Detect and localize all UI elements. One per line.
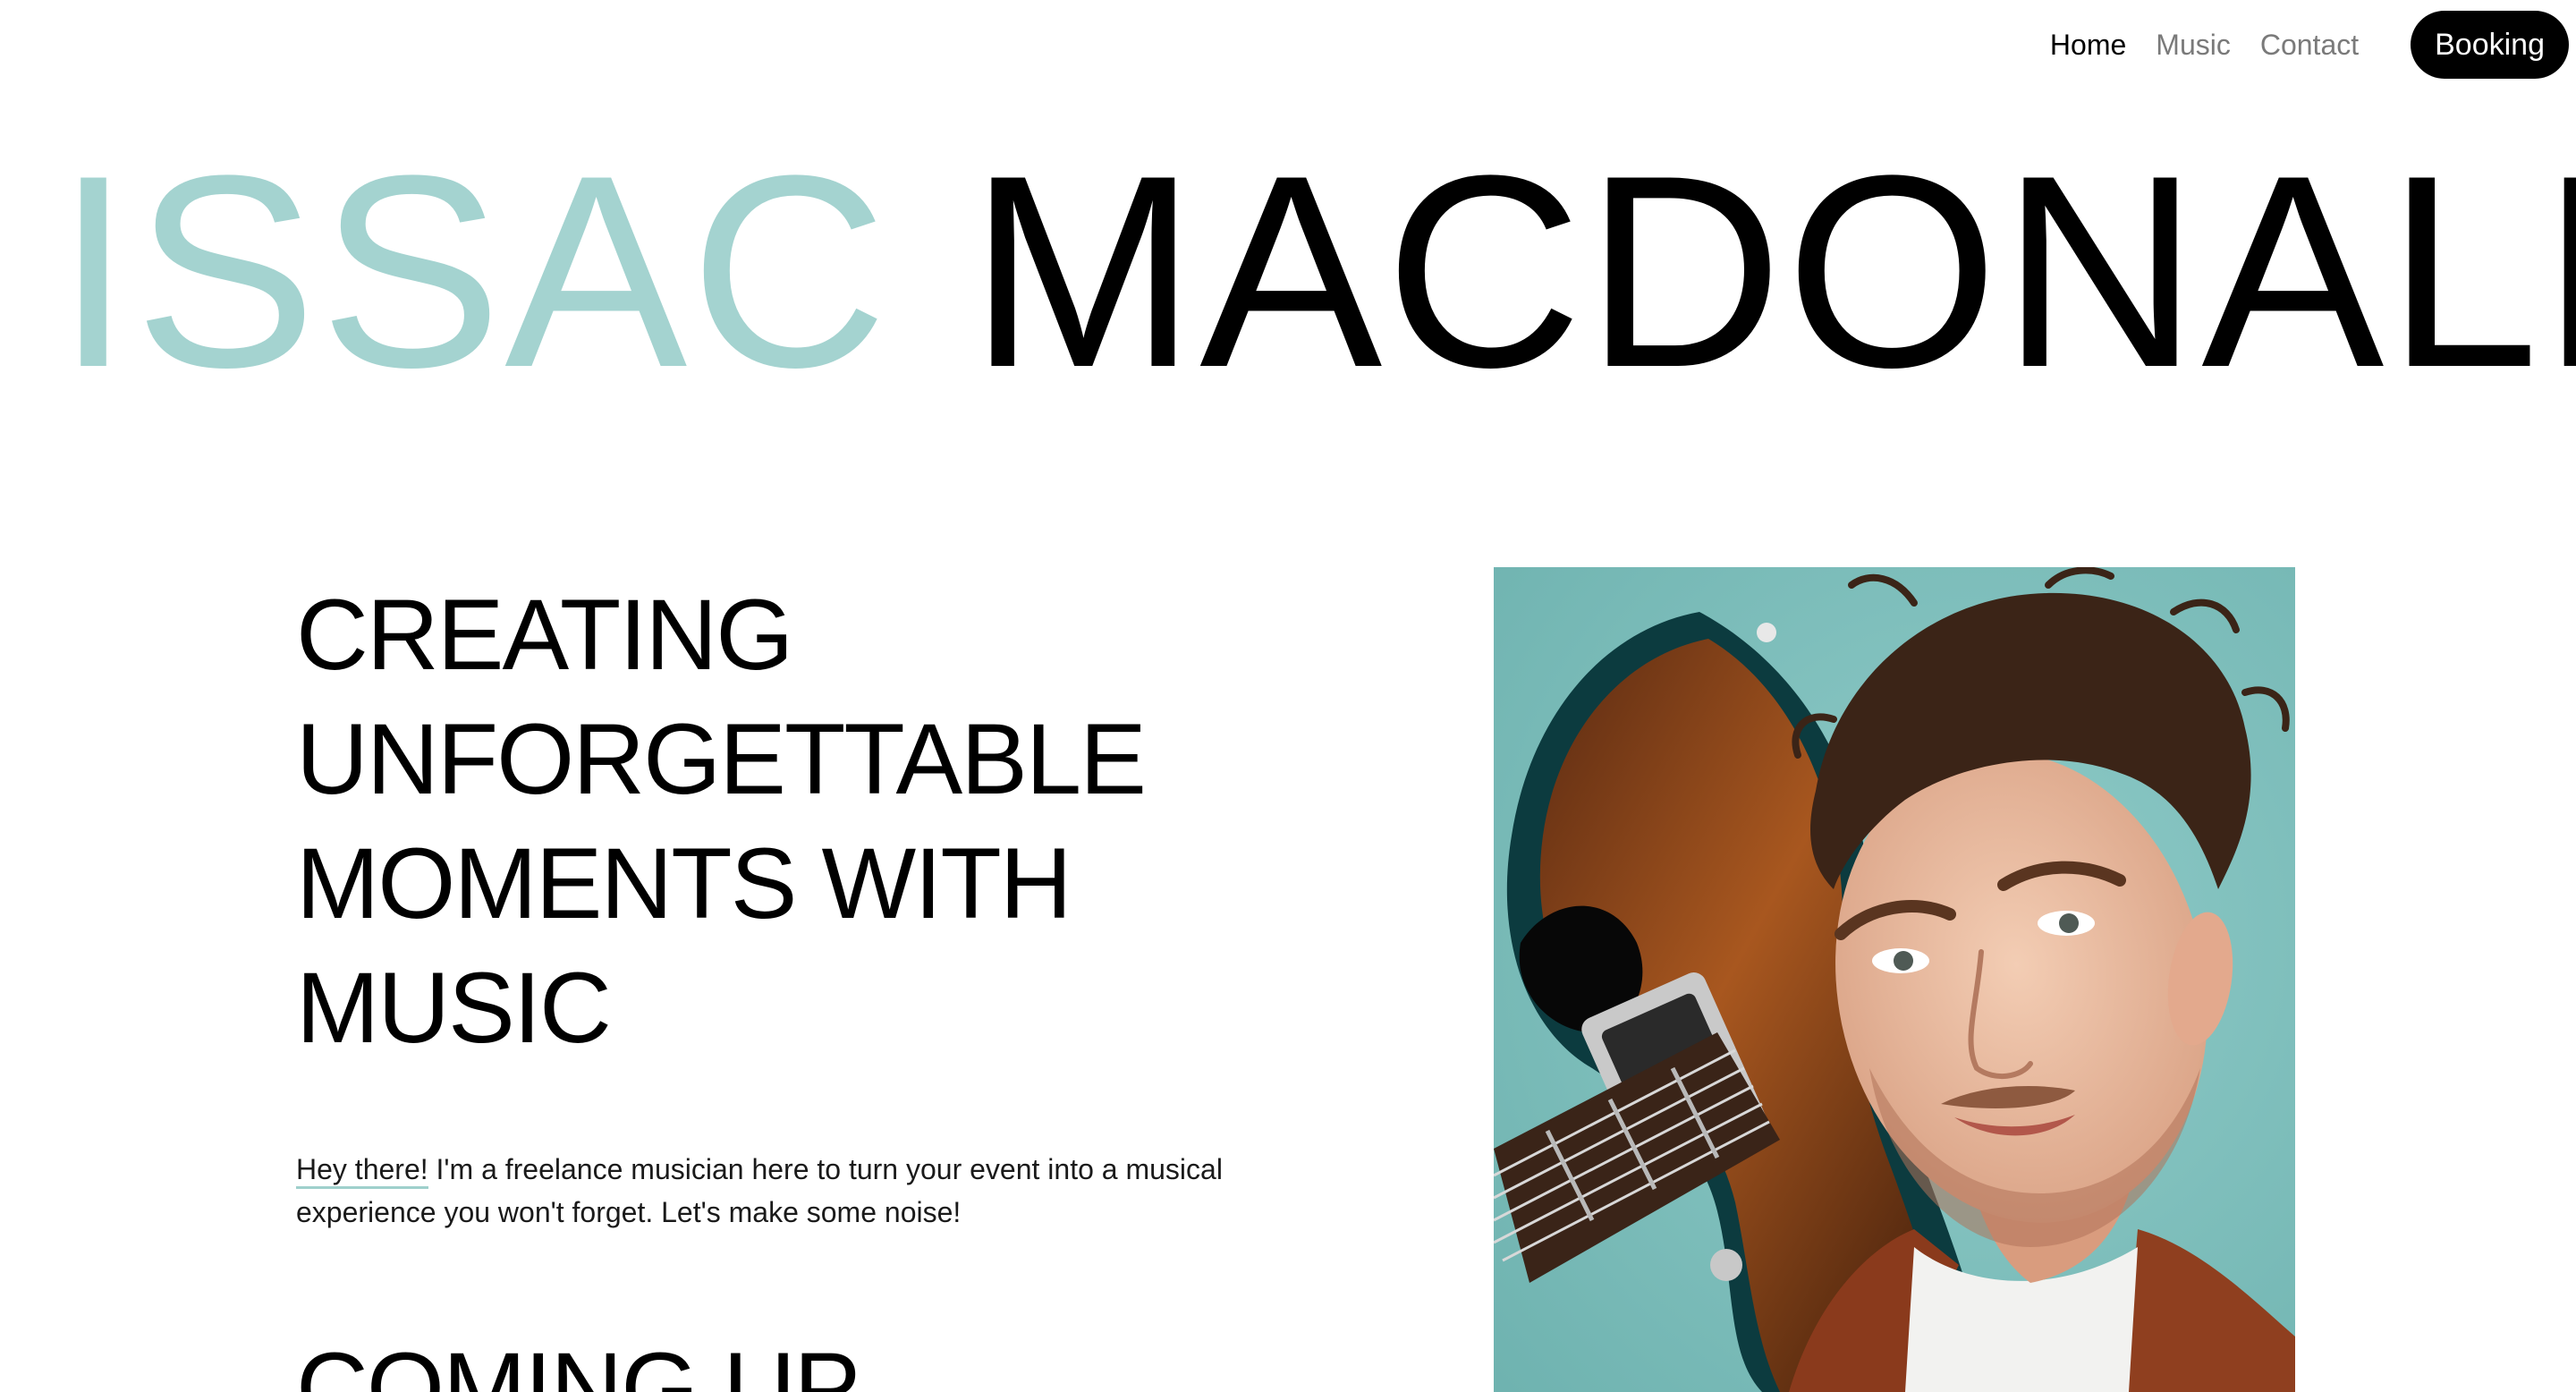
coming-up-heading: COMING UP: [296, 1332, 860, 1392]
page: Home Music Contact Booking ISSAC MACDONA…: [0, 0, 2576, 1392]
intro-text: I'm a freelance musician here to turn yo…: [296, 1153, 1223, 1228]
hero-name: ISSAC MACDONALD: [55, 134, 2576, 408]
top-nav: Home Music Contact Booking: [2050, 11, 2569, 79]
nav-link-contact[interactable]: Contact: [2260, 11, 2359, 79]
nav-link-home[interactable]: Home: [2050, 11, 2126, 79]
hero-first-name: ISSAC: [55, 118, 891, 424]
nav-link-music[interactable]: Music: [2156, 11, 2231, 79]
intro-paragraph: Hey there! I'm a freelance musician here…: [296, 1148, 1298, 1234]
musician-portrait: [1494, 567, 2295, 1392]
tagline-heading: CREATING UNFORGETTABLE MOMENTS WITH MUSI…: [296, 579, 1147, 1064]
booking-button[interactable]: Booking: [2411, 11, 2569, 79]
hero-last-name: MACDONALD: [969, 118, 2576, 424]
intro-link[interactable]: Hey there!: [296, 1153, 428, 1189]
portrait-illustration: [1494, 567, 2295, 1392]
